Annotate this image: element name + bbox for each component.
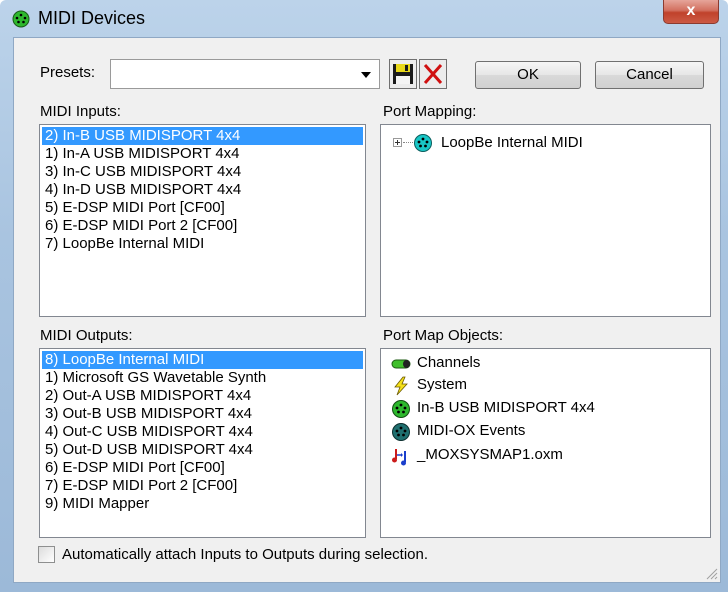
- list-item[interactable]: 9) MIDI Mapper: [42, 495, 363, 513]
- tree-connector: [403, 142, 413, 143]
- midi-outputs-list[interactable]: 8) LoopBe Internal MIDI 1) Microsoft GS …: [39, 348, 366, 538]
- port-map-objects-label: Port Map Objects:: [383, 327, 504, 344]
- list-item[interactable]: 5) E-DSP MIDI Port [CF00]: [42, 199, 363, 217]
- list-item-label: MIDI-OX Events: [417, 422, 526, 439]
- ok-button[interactable]: OK: [475, 61, 581, 89]
- list-item-label: Channels: [417, 354, 481, 371]
- list-item[interactable]: 7) E-DSP MIDI Port 2 [CF00]: [42, 477, 363, 495]
- list-item[interactable]: 6) E-DSP MIDI Port [CF00]: [42, 459, 363, 477]
- midi-inputs-list[interactable]: 2) In-B USB MIDISPORT 4x4 1) In-A USB MI…: [39, 124, 366, 317]
- midi-port-teal-icon: [391, 422, 411, 442]
- port-mapping-label: Port Mapping:: [383, 103, 477, 120]
- chevron-down-icon[interactable]: [361, 72, 371, 78]
- delete-preset-button[interactable]: [419, 59, 447, 89]
- floppy-save-icon: [390, 64, 416, 92]
- music-note-file-icon: [391, 446, 411, 466]
- list-item-label: System: [417, 376, 468, 393]
- list-item[interactable]: 3) Out-B USB MIDISPORT 4x4: [42, 405, 363, 423]
- list-item[interactable]: 2) In-B USB MIDISPORT 4x4: [42, 127, 363, 145]
- list-item[interactable]: 7) LoopBe Internal MIDI: [42, 235, 363, 253]
- dialog-window: MIDI Devices x Presets: OK Cancel MIDI I…: [0, 0, 728, 592]
- list-item[interactable]: 6) E-DSP MIDI Port 2 [CF00]: [42, 217, 363, 235]
- close-button[interactable]: x: [663, 0, 719, 24]
- list-item[interactable]: 1) Microsoft GS Wavetable Synth: [42, 369, 363, 387]
- cancel-button[interactable]: Cancel: [595, 61, 704, 89]
- title-bar[interactable]: MIDI Devices x: [0, 0, 728, 36]
- midi-din-icon: [12, 10, 30, 28]
- midi-port-teal-icon: [413, 133, 433, 158]
- list-item[interactable]: 3) In-C USB MIDISPORT 4x4: [42, 163, 363, 181]
- midi-outputs-label: MIDI Outputs:: [40, 327, 133, 344]
- midi-port-green-icon: [391, 399, 411, 419]
- auto-attach-label[interactable]: Automatically attach Inputs to Outputs d…: [62, 546, 428, 563]
- window-title: MIDI Devices: [38, 8, 146, 28]
- list-item-label: In-B USB MIDISPORT 4x4: [417, 399, 595, 416]
- presets-combobox[interactable]: [110, 59, 380, 89]
- list-item[interactable]: 5) Out-D USB MIDISPORT 4x4: [42, 441, 363, 459]
- close-icon: x: [686, 2, 696, 19]
- save-preset-button[interactable]: [389, 59, 417, 89]
- list-item[interactable]: 1) In-A USB MIDISPORT 4x4: [42, 145, 363, 163]
- tree-node-label: LoopBe Internal MIDI: [441, 134, 583, 151]
- presets-label: Presets:: [40, 64, 96, 81]
- lightning-bolt-icon: [391, 376, 411, 396]
- list-item[interactable]: 4) In-D USB MIDISPORT 4x4: [42, 181, 363, 199]
- list-item-label: _MOXSYSMAP1.oxm: [417, 446, 563, 463]
- list-item[interactable]: 2) Out-A USB MIDISPORT 4x4: [42, 387, 363, 405]
- port-mapping-tree[interactable]: LoopBe Internal MIDI: [380, 124, 711, 317]
- list-item[interactable]: 4) Out-C USB MIDISPORT 4x4: [42, 423, 363, 441]
- port-map-objects-list[interactable]: Channels System In-B USB MIDISPORT 4x4 M…: [380, 348, 711, 538]
- channels-pill-icon: [391, 354, 411, 374]
- auto-attach-checkbox[interactable]: [38, 546, 55, 563]
- resize-grip-icon[interactable]: [704, 566, 718, 580]
- expand-plus-icon[interactable]: [393, 138, 402, 147]
- midi-inputs-label: MIDI Inputs:: [40, 103, 121, 120]
- list-item[interactable]: 8) LoopBe Internal MIDI: [42, 351, 363, 369]
- dialog-client-area: Presets: OK Cancel MIDI Inputs: 2) In-B …: [13, 37, 721, 583]
- red-x-delete-icon: [420, 64, 446, 92]
